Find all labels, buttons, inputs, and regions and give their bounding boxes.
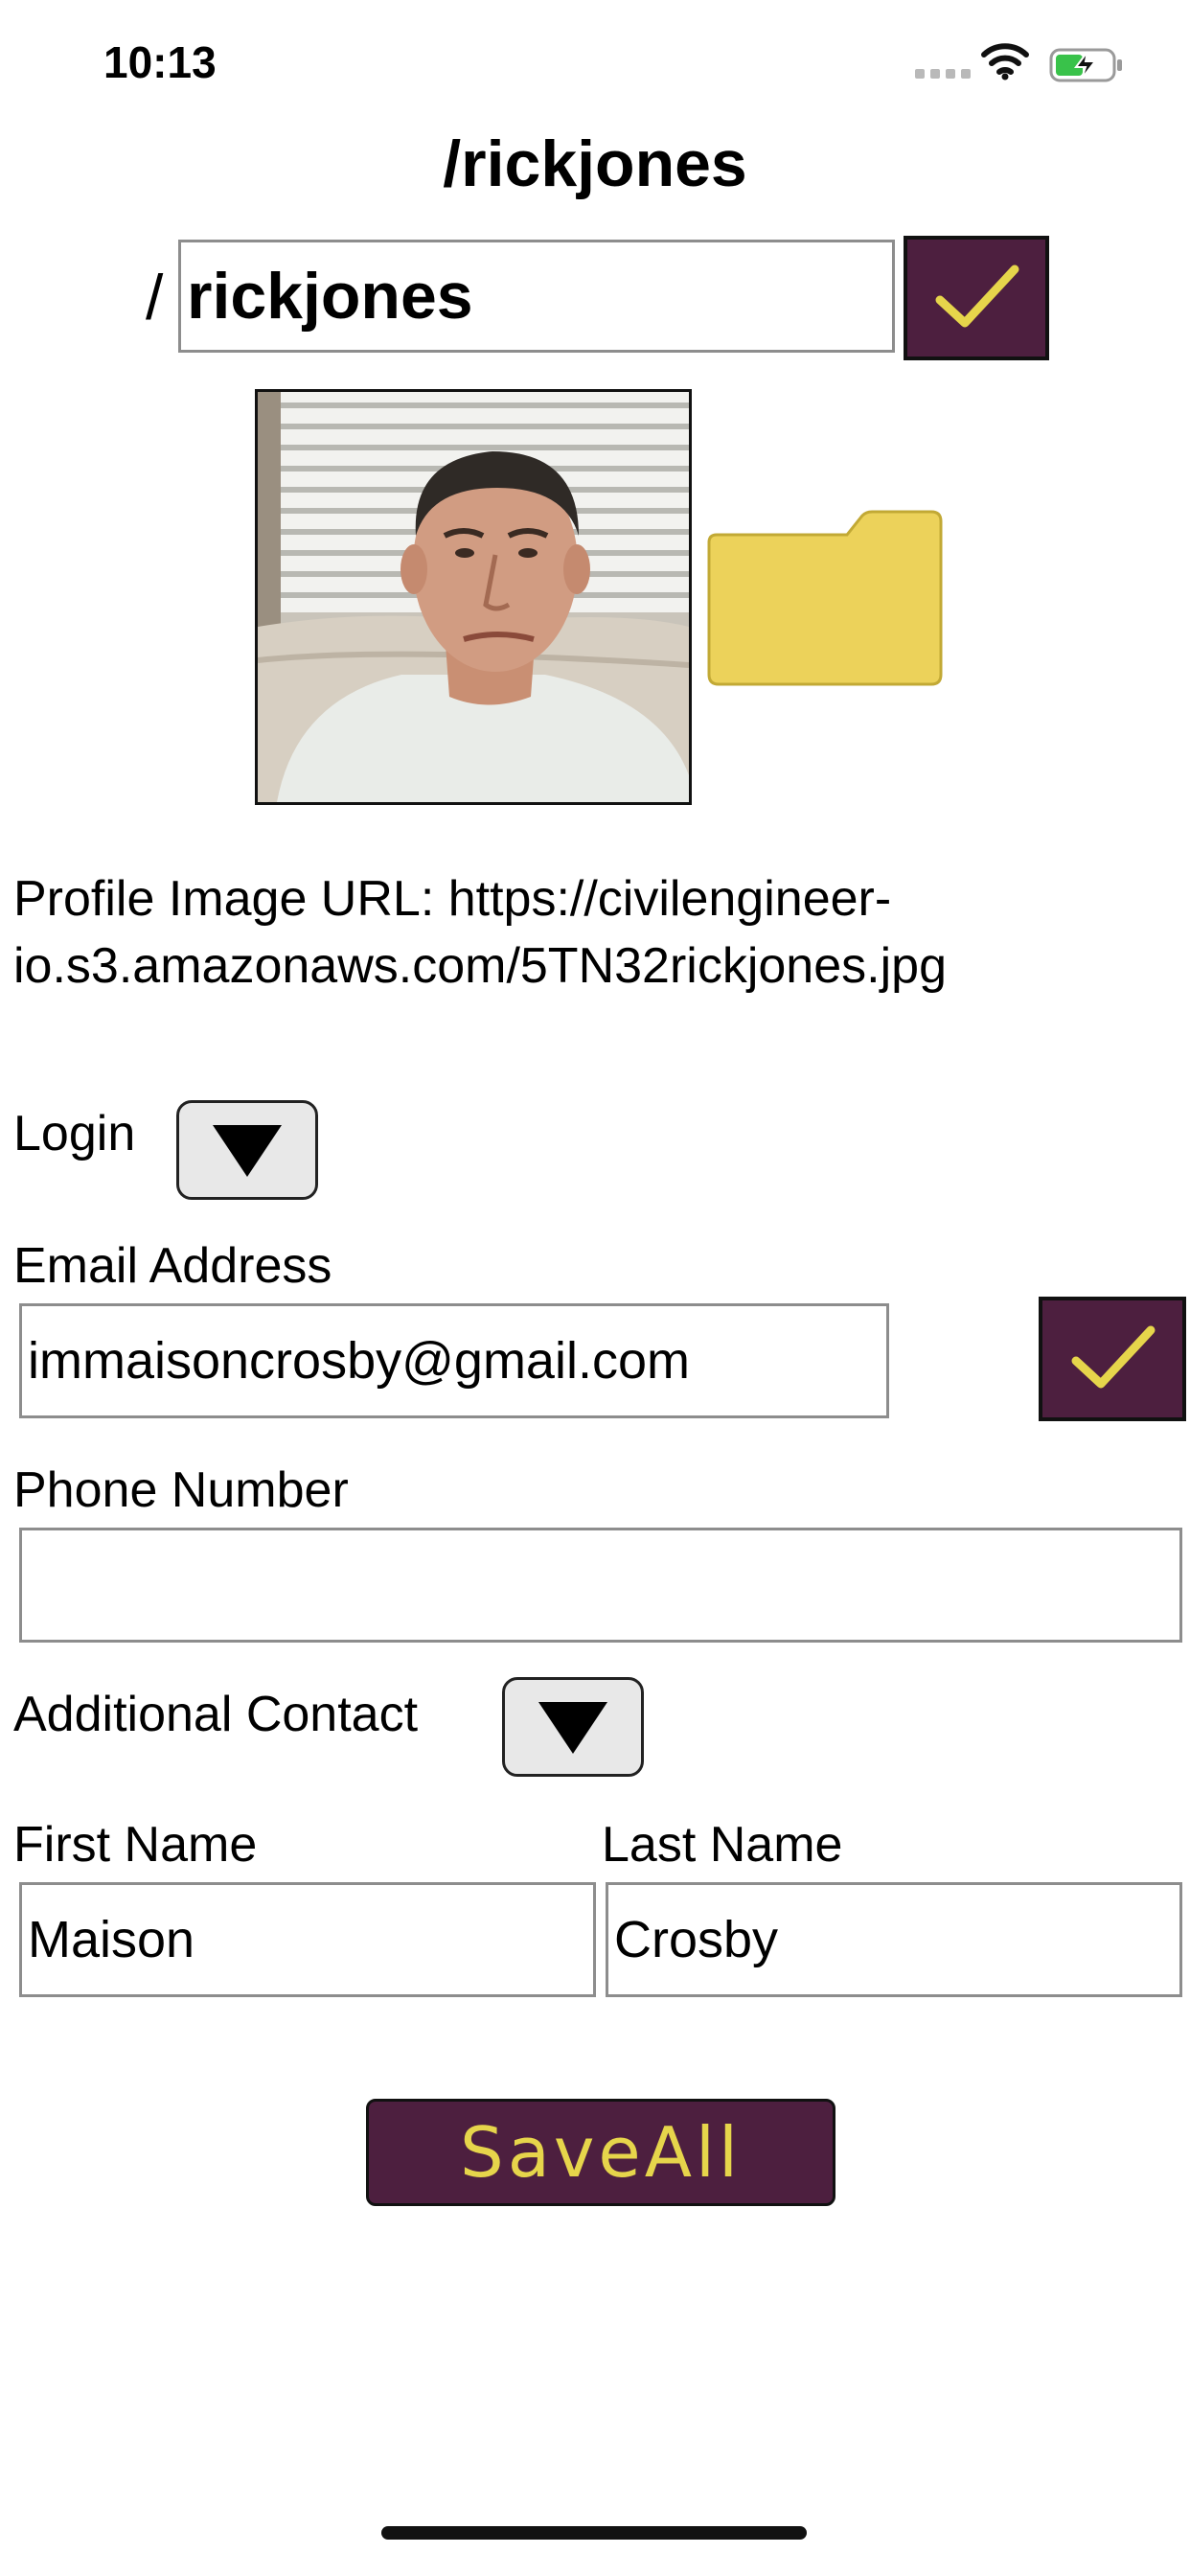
profile-photo[interactable]	[255, 389, 692, 805]
confirm-username-button[interactable]	[904, 236, 1049, 360]
battery-icon	[1049, 46, 1124, 89]
username-input[interactable]: rickjones	[178, 240, 895, 353]
home-indicator[interactable]	[381, 2526, 807, 2540]
additional-contact-label: Additional Contact	[13, 1687, 419, 1742]
first-name-input[interactable]: Maison	[19, 1882, 596, 1997]
folder-icon[interactable]	[703, 508, 947, 695]
additional-contact-dropdown-button[interactable]	[502, 1677, 644, 1777]
cellular-signal-icon	[915, 69, 971, 79]
wifi-icon	[981, 42, 1029, 85]
email-label: Email Address	[13, 1238, 332, 1294]
triangle-down-icon	[213, 1125, 282, 1177]
page-title: /rickjones	[443, 127, 747, 200]
save-all-button[interactable]: SaveAll	[366, 2099, 835, 2206]
status-time: 10:13	[103, 37, 217, 87]
phone-input[interactable]	[19, 1528, 1182, 1643]
triangle-down-icon	[538, 1702, 607, 1754]
profile-image-url-label: Profile Image URL: https://civilengineer…	[13, 871, 947, 994]
login-label: Login	[13, 1106, 136, 1162]
email-input[interactable]: immaisoncrosby@gmail.com	[19, 1303, 889, 1418]
username-prefix: /	[146, 262, 164, 333]
check-icon	[1071, 1325, 1156, 1389]
last-name-label: Last Name	[602, 1817, 843, 1873]
last-name-input[interactable]: Crosby	[606, 1882, 1182, 1997]
check-icon	[935, 264, 1019, 328]
login-dropdown-button[interactable]	[176, 1100, 318, 1200]
first-name-label: First Name	[13, 1817, 258, 1873]
confirm-email-button[interactable]	[1039, 1297, 1186, 1421]
phone-label: Phone Number	[13, 1462, 349, 1518]
